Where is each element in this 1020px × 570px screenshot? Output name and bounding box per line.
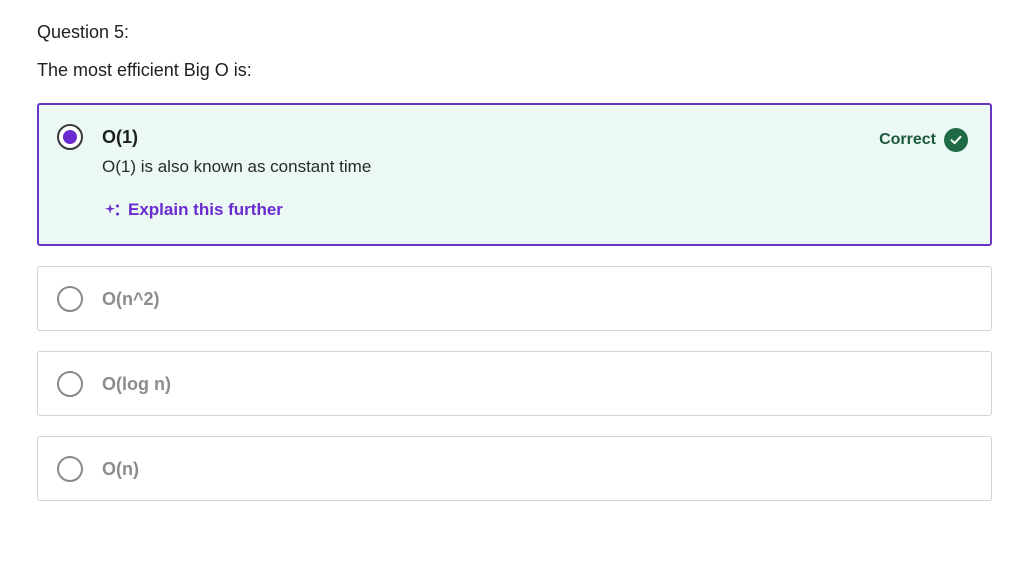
- option-label: O(log n): [102, 374, 171, 394]
- radio-button[interactable]: [57, 371, 83, 397]
- answer-options: O(1) O(1) is also known as constant time…: [37, 103, 992, 501]
- answer-option-o1[interactable]: O(1) O(1) is also known as constant time…: [37, 103, 992, 246]
- answer-option-ologn[interactable]: O(log n): [37, 351, 992, 416]
- radio-button[interactable]: [57, 456, 83, 482]
- answer-option-on2[interactable]: O(n^2): [37, 266, 992, 331]
- radio-button[interactable]: [57, 286, 83, 312]
- radio-button-selected[interactable]: [57, 124, 83, 150]
- option-label: O(1): [102, 127, 138, 147]
- option-label: O(n): [102, 459, 139, 479]
- check-circle-icon: [944, 128, 968, 152]
- explain-further-link[interactable]: Explain this further: [104, 199, 283, 221]
- option-label: O(n^2): [102, 289, 160, 309]
- radio-selected-dot: [63, 130, 77, 144]
- question-prompt: The most efficient Big O is:: [37, 60, 252, 80]
- explain-further-label: Explain this further: [128, 200, 283, 219]
- correct-badge: Correct: [879, 128, 968, 152]
- question-number: Question 5:: [37, 22, 130, 42]
- option-feedback: O(1) is also known as constant time: [102, 157, 372, 176]
- sparkle-icon: [105, 203, 119, 216]
- answer-option-on[interactable]: O(n): [37, 436, 992, 501]
- correct-label: Correct: [879, 131, 936, 148]
